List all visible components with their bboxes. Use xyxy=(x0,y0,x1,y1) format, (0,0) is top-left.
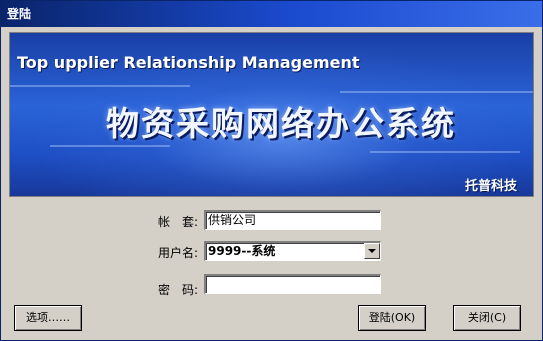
banner-streak xyxy=(370,151,520,153)
banner-chinese-title: 物资采购网络办公系统 xyxy=(106,104,456,143)
options-button[interactable]: 选项…… xyxy=(14,305,82,331)
banner-streak xyxy=(50,145,170,147)
banner-streak xyxy=(10,85,190,87)
password-label: 密 码: xyxy=(158,283,199,297)
banner-image: Top upplier Relationship Management 物资采购… xyxy=(9,32,534,197)
account-value: 供销公司 xyxy=(208,213,257,227)
account-field[interactable]: 供销公司 xyxy=(204,210,381,230)
banner-english-title: Top upplier Relationship Management xyxy=(17,53,360,72)
title-bar[interactable]: 登陆 xyxy=(1,1,542,27)
username-label: 用户名: xyxy=(158,246,199,260)
banner-streak xyxy=(340,91,533,93)
banner-company-name: 托普科技 xyxy=(464,179,517,194)
password-field[interactable] xyxy=(204,274,381,294)
username-combobox[interactable]: 9999--系统 xyxy=(204,241,381,261)
login-button[interactable]: 登陆(OK) xyxy=(358,305,426,331)
login-dialog: 登陆 Top upplier Relationship Management 物… xyxy=(0,0,543,341)
username-value: 9999--系统 xyxy=(208,244,276,258)
close-button[interactable]: 关闭(C) xyxy=(453,305,521,331)
window-title: 登陆 xyxy=(7,7,32,21)
account-label: 帐 套: xyxy=(158,215,199,229)
dropdown-arrow-icon[interactable] xyxy=(364,243,380,259)
